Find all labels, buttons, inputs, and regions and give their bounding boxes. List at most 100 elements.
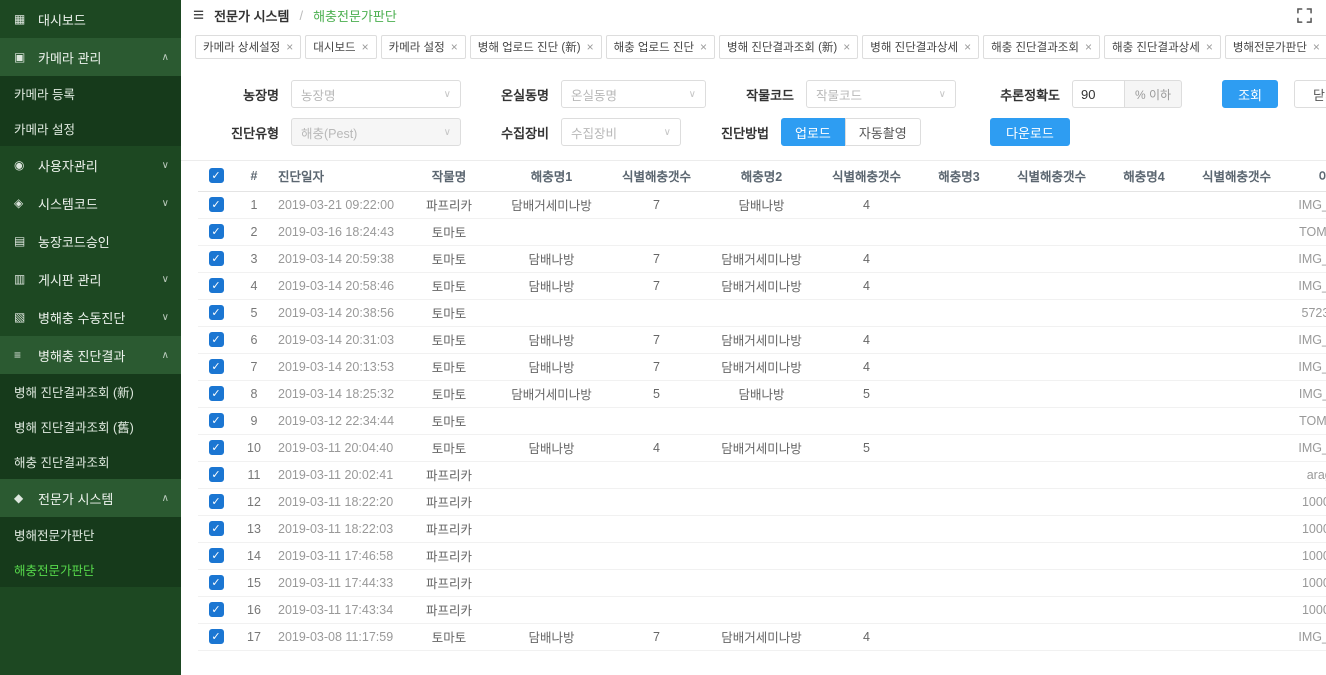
sidebar-subitem-camera-register[interactable]: 카메라 등록	[0, 76, 181, 111]
sidebar-item-manual-diagnosis[interactable]: ▧병해충 수동진단∨	[0, 298, 181, 336]
row-checkbox[interactable]: ✓	[209, 467, 224, 482]
hamburger-icon[interactable]: ≡	[193, 6, 204, 25]
cell-num: 6	[234, 326, 274, 353]
cell-image: IMG_9925.JPG	[1284, 272, 1326, 299]
row-checkbox[interactable]: ✓	[209, 278, 224, 293]
tab-pest-upload-diagnosis[interactable]: 해충 업로드 진단×	[606, 35, 715, 59]
diagnosis-type-select-value: 해충(Pest)	[301, 123, 357, 142]
cell-pest4	[1099, 380, 1189, 407]
tab-bar: 카메라 상세설정×대시보드×카메라 설정×병해 업로드 진단 (新)×해충 업로…	[181, 30, 1326, 66]
diagnosis-type-label: 진단유형	[217, 123, 279, 142]
greenhouse-label: 온실동명	[487, 85, 549, 104]
download-button[interactable]: 다운로드	[990, 118, 1070, 146]
tab-camera-settings[interactable]: 카메라 설정 ×	[381, 35, 466, 59]
cell-count1: 5	[609, 380, 704, 407]
sidebar-subitem-disease-expert-judgment[interactable]: 병해전문가판단	[0, 517, 181, 552]
tab-close-icon[interactable]: ×	[1085, 41, 1092, 53]
row-checkbox[interactable]: ✓	[209, 575, 224, 590]
cell-pest1: 담배나방	[494, 326, 609, 353]
chevron-down-icon: ∨	[162, 198, 169, 209]
cell-num: 8	[234, 380, 274, 407]
cell-count2: 4	[819, 623, 914, 650]
tab-close-icon[interactable]: ×	[1206, 41, 1213, 53]
farm-name-select[interactable]: 농장명 ∨	[291, 80, 461, 108]
row-checkbox[interactable]: ✓	[209, 494, 224, 509]
cell-pest4	[1099, 515, 1189, 542]
device-filter: 수집장비 수집장비 ∨	[487, 118, 681, 146]
sidebar-item-expert-system[interactable]: ◆전문가 시스템∧	[0, 479, 181, 517]
sidebar-item-system-code[interactable]: ◈시스템코드∨	[0, 184, 181, 222]
cell-count1: 7	[609, 326, 704, 353]
row-checkbox[interactable]: ✓	[209, 629, 224, 644]
row-checkbox[interactable]: ✓	[209, 359, 224, 374]
row-checkbox[interactable]: ✓	[209, 440, 224, 455]
row-checkbox[interactable]: ✓	[209, 386, 224, 401]
sidebar-item-user-management[interactable]: ◉사용자관리∨	[0, 146, 181, 184]
tab-close-icon[interactable]: ×	[964, 41, 971, 53]
row-checkbox[interactable]: ✓	[209, 548, 224, 563]
tab-label: 대시보드	[313, 39, 355, 55]
tab-close-icon[interactable]: ×	[1313, 41, 1320, 53]
sidebar-subitem-pest-result-inquiry[interactable]: 해충 진단결과조회	[0, 444, 181, 479]
cell-count2: 4	[819, 326, 914, 353]
cell-count4	[1189, 596, 1284, 623]
tab-pest-result-inquiry[interactable]: 해충 진단결과조회×	[983, 35, 1100, 59]
method-auto-button[interactable]: 자동촬영	[845, 118, 921, 146]
cell-crop: 파프리카	[404, 569, 494, 596]
tab-pest-result-detail[interactable]: 해충 진단결과상세 ×	[1104, 35, 1221, 59]
tab-close-icon[interactable]: ×	[362, 41, 369, 53]
accuracy-input[interactable]	[1072, 80, 1124, 108]
row-checkbox[interactable]: ✓	[209, 521, 224, 536]
crop-code-select[interactable]: 작물코드 ∨	[806, 80, 956, 108]
tab-label: 해충 진단결과상세	[1112, 39, 1200, 55]
row-checkbox[interactable]: ✓	[209, 197, 224, 212]
row-checkbox[interactable]: ✓	[209, 251, 224, 266]
select-all-checkbox[interactable]: ✓	[209, 168, 224, 183]
chevron-down-icon: ∨	[162, 312, 169, 323]
sidebar-subitem-camera-settings[interactable]: 카메라 설정	[0, 111, 181, 146]
tab-label: 병해 진단결과조회 (新)	[727, 39, 837, 55]
greenhouse-select-value: 온실동명	[571, 85, 617, 104]
sidebar-item-dashboard[interactable]: ▦대시보드	[0, 0, 181, 38]
sidebar-item-diagnosis-results[interactable]: ≡병해충 진단결과∧	[0, 336, 181, 374]
tab-close-icon[interactable]: ×	[286, 41, 293, 53]
cell-pest3	[914, 191, 1004, 218]
breadcrumb-root: 전문가 시스템	[214, 6, 289, 25]
sidebar-item-farm-code-approval[interactable]: ▤농장코드승인	[0, 222, 181, 260]
cell-count2	[819, 569, 914, 596]
diagnosis-type-select[interactable]: 해충(Pest) ∨	[291, 118, 461, 146]
cell-num: 17	[234, 623, 274, 650]
tab-dashboard[interactable]: 대시보드 ×	[305, 35, 376, 59]
cell-image: TOMATO_E_...	[1284, 218, 1326, 245]
sidebar-subitem-disease-result-inquiry-old[interactable]: 병해 진단결과조회 (舊)	[0, 409, 181, 444]
tab-label: 카메라 설정	[389, 39, 445, 55]
row-checkbox[interactable]: ✓	[209, 413, 224, 428]
tab-disease-expert-judgment[interactable]: 병해전문가판단×	[1225, 35, 1326, 59]
cell-count1: 7	[609, 272, 704, 299]
tab-disease-result-inquiry-new[interactable]: 병해 진단결과조회 (新) ×	[719, 35, 858, 59]
sidebar-item-board-management[interactable]: ▥게시판 관리∨	[0, 260, 181, 298]
close-button[interactable]: 닫기	[1294, 80, 1326, 108]
sidebar-subitem-disease-result-inquiry-new[interactable]: 병해 진단결과조회 (新)	[0, 374, 181, 409]
row-checkbox[interactable]: ✓	[209, 602, 224, 617]
sidebar-item-camera-management[interactable]: ▣카메라 관리∧	[0, 38, 181, 76]
tab-close-icon[interactable]: ×	[700, 41, 707, 53]
device-select[interactable]: 수집장비 ∨	[561, 118, 681, 146]
tab-close-icon[interactable]: ×	[451, 41, 458, 53]
cell-count1	[609, 488, 704, 515]
search-button[interactable]: 조회	[1222, 80, 1278, 108]
cell-date: 2019-03-08 11:17:59	[274, 623, 404, 650]
row-checkbox[interactable]: ✓	[209, 224, 224, 239]
tab-camera-detail-settings[interactable]: 카메라 상세설정×	[195, 35, 301, 59]
row-checkbox[interactable]: ✓	[209, 305, 224, 320]
greenhouse-select[interactable]: 온실동명 ∨	[561, 80, 706, 108]
tab-disease-upload-diagnosis-new[interactable]: 병해 업로드 진단 (新)×	[470, 35, 602, 59]
tab-disease-result-detail[interactable]: 병해 진단결과상세×	[862, 35, 979, 59]
fullscreen-icon[interactable]	[1297, 8, 1312, 23]
tab-close-icon[interactable]: ×	[587, 41, 594, 53]
method-upload-button[interactable]: 업로드	[781, 118, 845, 146]
breadcrumb-separator: /	[299, 8, 303, 23]
tab-close-icon[interactable]: ×	[843, 41, 850, 53]
row-checkbox[interactable]: ✓	[209, 332, 224, 347]
sidebar-subitem-pest-expert-judgment[interactable]: 해충전문가판단	[0, 552, 181, 587]
